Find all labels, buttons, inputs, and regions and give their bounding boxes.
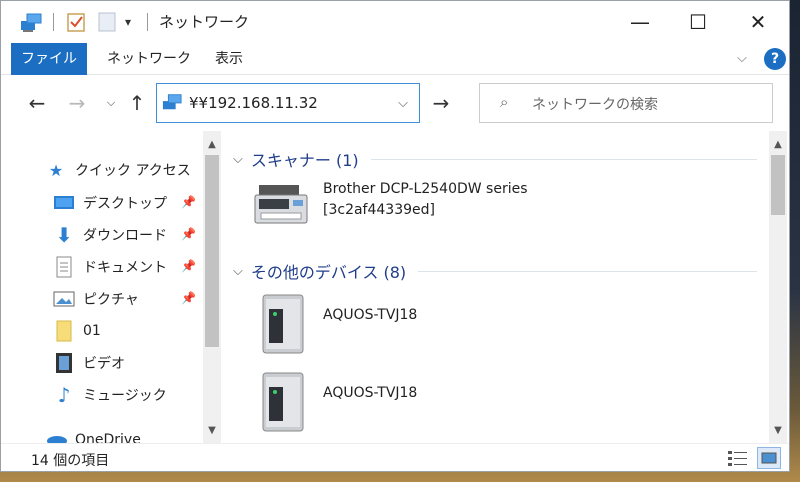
pictures-icon (53, 288, 75, 310)
sidebar-item-music[interactable]: ♪ ミュージック (53, 382, 167, 408)
download-icon: ⬇ (55, 223, 73, 247)
title-bar: ▾ ネットワーク — ☐ ✕ (1, 1, 789, 43)
sidebar-item-label: ピクチャ (83, 292, 139, 308)
help-icon[interactable]: ? (764, 48, 786, 70)
new-folder-icon[interactable] (97, 10, 117, 34)
navigation-pane: ★ クイック アクセス デスクトップ 📌 ⬇ ダウンロード 📌 ドキュメント 📌… (1, 131, 225, 443)
properties-icon[interactable] (65, 10, 87, 34)
sidebar-item-label: デスクトップ (83, 196, 167, 212)
chevron-down-icon: ⌵ (233, 151, 243, 167)
list-item[interactable]: AQUOS-TVJ18 (251, 291, 651, 357)
details-view-icon[interactable] (727, 449, 749, 471)
search-box[interactable]: ⌕ ネットワークの検索 (479, 83, 773, 123)
pin-icon: 📌 (181, 227, 196, 241)
minimize-button[interactable]: — (611, 1, 669, 43)
explorer-window: ▾ ネットワーク — ☐ ✕ ファイル ネットワーク 表示 ⌵ ? ← → ⌵ … (0, 0, 790, 472)
recent-locations-button[interactable]: ⌵ (97, 89, 125, 117)
up-button[interactable]: ↑ (123, 89, 151, 117)
address-dropdown-icon[interactable]: ⌵ (393, 90, 413, 116)
sidebar-item-documents[interactable]: ドキュメント (53, 254, 167, 280)
chevron-down-icon: ⌵ (233, 263, 243, 279)
list-item[interactable]: AQUOS-TVJ18 (251, 369, 651, 435)
sidebar-item-label: ビデオ (83, 356, 125, 372)
sidebar-item-desktop[interactable]: デスクトップ (53, 190, 167, 216)
network-icon (19, 10, 43, 34)
desktop-icon (53, 192, 75, 214)
quick-access[interactable]: ★ クイック アクセス (45, 157, 191, 183)
scroll-up-icon[interactable]: ▲ (769, 135, 787, 153)
quick-access-label: クイック アクセス (75, 163, 191, 179)
group-header-other-devices[interactable]: ⌵ その他のデバイス (8) (233, 257, 757, 285)
sidebar-item-label: OneDrive (75, 432, 141, 443)
ribbon: ファイル ネットワーク 表示 ⌵ ? (1, 43, 789, 75)
item-detail: [3c2af44339ed] (323, 202, 435, 218)
address-bar[interactable]: ¥¥192.168.11.32 ⌵ (156, 83, 420, 123)
close-button[interactable]: ✕ (729, 1, 787, 43)
content-area: ⌵ スキャナー (1) Brother DCP-L2540DW series [… (227, 131, 767, 443)
tab-view[interactable]: 表示 (215, 43, 243, 75)
sidebar-item-folder-01[interactable]: 01 (53, 318, 101, 344)
sidebar-item-label: ドキュメント (83, 260, 167, 276)
scroll-down-icon[interactable]: ▼ (203, 421, 221, 439)
pin-icon: 📌 (181, 259, 196, 273)
sidebar-item-pictures[interactable]: ピクチャ (53, 286, 139, 312)
search-icon: ⌕ (500, 93, 509, 111)
search-placeholder: ネットワークの検索 (532, 97, 658, 113)
music-icon: ♪ (57, 383, 71, 407)
item-name: AQUOS-TVJ18 (323, 385, 418, 401)
device-icon (262, 294, 304, 354)
item-name: AQUOS-TVJ18 (323, 307, 418, 323)
device-icon (262, 372, 304, 432)
network-location-icon (161, 92, 183, 116)
list-item[interactable]: Brother DCP-L2540DW series [3c2af44339ed… (251, 175, 651, 241)
address-path: ¥¥192.168.11.32 (189, 94, 318, 112)
navigation-bar: ← → ⌵ ↑ ¥¥192.168.11.32 ⌵ → ⌕ ネットワークの検索 (1, 75, 789, 131)
documents-icon (53, 256, 75, 278)
folder-icon (53, 320, 75, 342)
item-count: 14 個の項目 (31, 453, 110, 469)
sidebar-item-videos[interactable]: ビデオ (53, 350, 125, 376)
customize-toolbar-icon[interactable]: ▾ (125, 10, 131, 34)
printer-icon (254, 185, 308, 224)
content-scrollbar[interactable]: ▲ ▼ (769, 131, 787, 443)
expand-ribbon-icon[interactable]: ⌵ (737, 51, 747, 66)
status-bar: 14 個の項目 (1, 443, 789, 471)
sidebar-item-label: ダウンロード (83, 228, 167, 244)
item-name: Brother DCP-L2540DW series (323, 181, 528, 197)
tab-network[interactable]: ネットワーク (107, 43, 191, 75)
scroll-down-icon[interactable]: ▼ (769, 421, 787, 439)
window-title: ネットワーク (159, 13, 250, 31)
sidebar-item-onedrive[interactable]: OneDrive (45, 427, 141, 443)
sidebar-item-label: 01 (83, 323, 101, 339)
onedrive-icon (45, 429, 67, 443)
group-header-scanners[interactable]: ⌵ スキャナー (1) (233, 145, 757, 173)
maximize-button[interactable]: ☐ (669, 1, 727, 43)
navpane-scrollbar[interactable]: ▲ ▼ (203, 131, 221, 443)
video-icon (53, 352, 75, 374)
scroll-up-icon[interactable]: ▲ (203, 135, 221, 153)
scroll-thumb[interactable] (771, 155, 785, 215)
pin-icon: 📌 (181, 291, 196, 305)
tab-file[interactable]: ファイル (11, 43, 87, 75)
sidebar-item-label: ミュージック (83, 388, 167, 404)
go-button[interactable]: → (427, 89, 455, 117)
large-icons-view-icon[interactable] (757, 447, 781, 469)
pin-icon: 📌 (181, 195, 196, 209)
scroll-thumb[interactable] (205, 155, 219, 347)
back-button[interactable]: ← (23, 89, 51, 117)
sidebar-item-downloads[interactable]: ⬇ ダウンロード (53, 222, 167, 248)
star-icon: ★ (48, 160, 64, 180)
forward-button[interactable]: → (63, 89, 91, 117)
